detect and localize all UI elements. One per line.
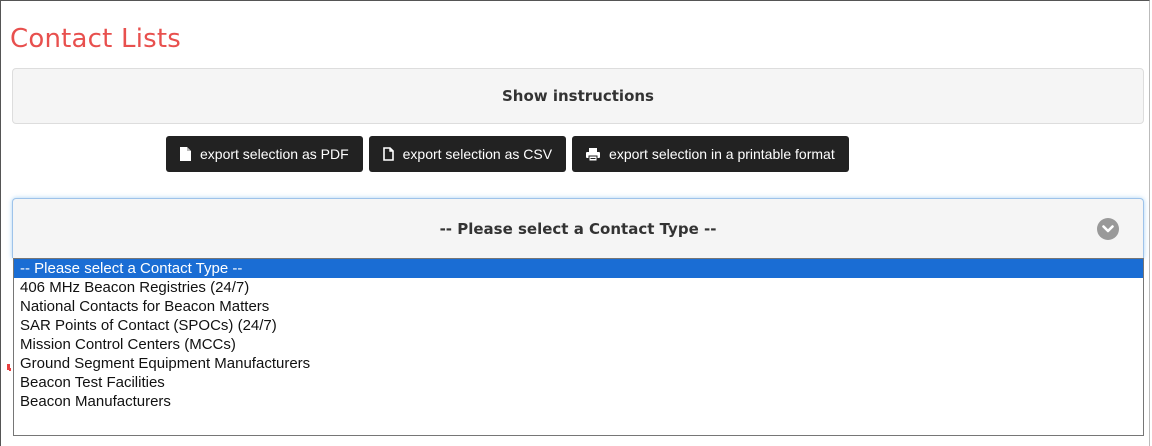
contact-type-options-list: -- Please select a Contact Type -- 406 M… <box>13 258 1144 436</box>
file-icon <box>180 147 191 161</box>
contact-type-option[interactable]: Mission Control Centers (MCCs) <box>14 335 1143 354</box>
printer-icon <box>586 147 601 161</box>
background-marker <box>9 368 11 371</box>
export-pdf-button[interactable]: export selection as PDF <box>166 136 363 172</box>
export-csv-button[interactable]: export selection as CSV <box>368 136 567 172</box>
contact-type-option[interactable]: -- Please select a Contact Type -- <box>14 259 1143 278</box>
chevron-down-icon[interactable] <box>1097 218 1119 240</box>
contact-type-select[interactable]: -- Please select a Contact Type -- <box>12 198 1144 258</box>
export-csv-label: export selection as CSV <box>402 146 553 162</box>
file-outline-icon <box>382 147 394 161</box>
export-toolbar: export selection as PDF export selection… <box>166 136 849 172</box>
contact-type-selected-value: -- Please select a Contact Type -- <box>439 219 717 238</box>
contact-type-option[interactable]: SAR Points of Contact (SPOCs) (24/7) <box>14 316 1143 335</box>
export-print-label: export selection in a printable format <box>609 146 835 162</box>
export-print-button[interactable]: export selection in a printable format <box>572 136 849 172</box>
contact-type-option[interactable]: Ground Segment Equipment Manufacturers <box>14 354 1143 373</box>
contact-type-option[interactable]: 406 MHz Beacon Registries (24/7) <box>14 278 1143 297</box>
show-instructions-button[interactable]: Show instructions <box>12 68 1144 124</box>
export-pdf-label: export selection as PDF <box>200 146 349 162</box>
contact-type-option[interactable]: Beacon Manufacturers <box>14 392 1143 411</box>
contact-type-option[interactable]: National Contacts for Beacon Matters <box>14 297 1143 316</box>
contact-type-option[interactable]: Beacon Test Facilities <box>14 373 1143 392</box>
page-title: Contact Lists <box>10 24 182 54</box>
